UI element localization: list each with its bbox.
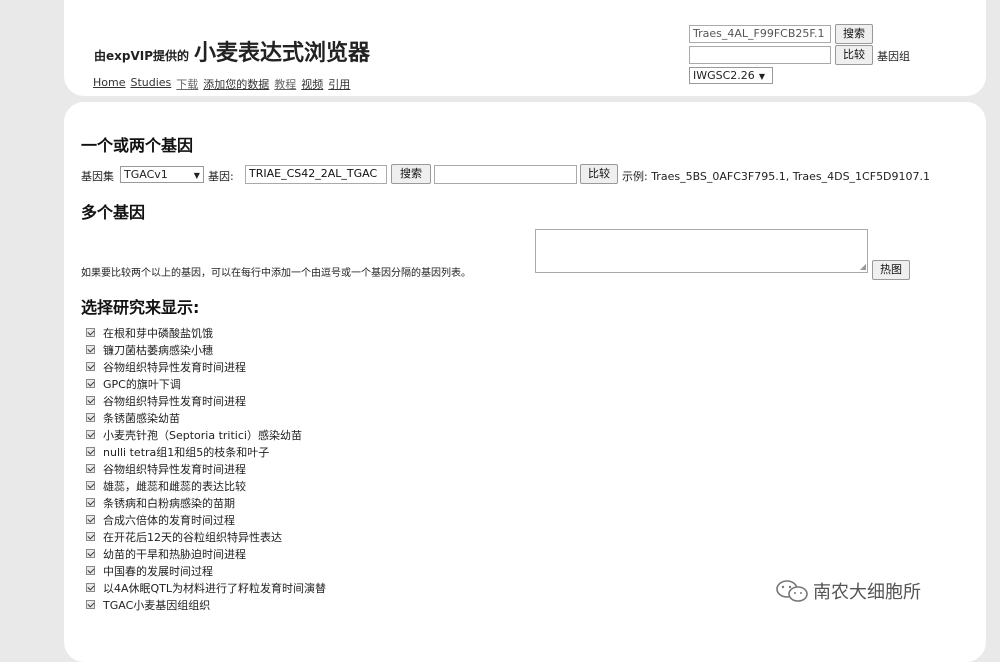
study-checkbox[interactable] xyxy=(86,515,95,524)
study-list: 在根和芽中磷酸盐饥饿 镰刀菌枯萎病感染小穗 谷物组织特异性发育时间进程 GPC的… xyxy=(86,324,326,613)
study-label: 谷物组织特异性发育时间进程 xyxy=(103,394,246,408)
header-compare-input[interactable] xyxy=(689,46,831,64)
nav-cite[interactable]: 引用 xyxy=(328,76,350,92)
list-item: 雄蕊，雌蕊和雌蕊的表达比较 xyxy=(86,477,326,494)
genome-select-value: IWGSC2.26 xyxy=(693,69,755,82)
study-checkbox[interactable] xyxy=(86,362,95,371)
genome-select[interactable]: IWGSC2.26 ▼ xyxy=(689,67,773,84)
study-label: 雄蕊，雌蕊和雌蕊的表达比较 xyxy=(103,479,246,493)
study-checkbox[interactable] xyxy=(86,464,95,473)
study-checkbox[interactable] xyxy=(86,498,95,507)
geneset-select-value: TGACv1 xyxy=(124,168,168,181)
study-checkbox[interactable] xyxy=(86,583,95,592)
gene-compare-button[interactable]: 比较 xyxy=(580,164,618,184)
study-label: 中国春的发展时间过程 xyxy=(103,564,213,578)
nav-add-data[interactable]: 添加您的数据 xyxy=(203,76,269,92)
header-compare-button[interactable]: 比较 xyxy=(835,45,873,65)
study-checkbox[interactable] xyxy=(86,549,95,558)
study-label: 谷物组织特异性发育时间进程 xyxy=(103,360,246,374)
section-multiple-genes: 多个基因 xyxy=(81,203,146,222)
study-checkbox[interactable] xyxy=(86,481,95,490)
nav-home[interactable]: Home xyxy=(93,76,125,92)
app-title: 小麦表达式浏览器 xyxy=(194,41,371,66)
study-label: 幼苗的干旱和热胁迫时间进程 xyxy=(103,547,246,561)
study-checkbox[interactable] xyxy=(86,379,95,388)
list-item: 在开花后12天的谷粒组织特异性表达 xyxy=(86,528,326,545)
study-checkbox[interactable] xyxy=(86,396,95,405)
nav-tutorial[interactable]: 教程 xyxy=(274,76,296,92)
header-panel: 由expVIP提供的 小麦表达式浏览器 Home Studies 下载 添加您的… xyxy=(64,0,986,96)
study-label: 谷物组织特异性发育时间进程 xyxy=(103,462,246,476)
section-select-studies: 选择研究来显示: xyxy=(81,298,200,317)
top-nav: Home Studies 下载 添加您的数据 教程 视频 引用 xyxy=(93,76,350,92)
study-checkbox[interactable] xyxy=(86,600,95,609)
study-label: TGAC小麦基因组组织 xyxy=(103,598,211,612)
list-item: 中国春的发展时间过程 xyxy=(86,562,326,579)
study-checkbox[interactable] xyxy=(86,345,95,354)
list-item: 合成六倍体的发育时间过程 xyxy=(86,511,326,528)
study-label: 条锈病和白粉病感染的苗期 xyxy=(103,496,235,510)
nav-download[interactable]: 下载 xyxy=(176,76,198,92)
study-label: 条锈菌感染幼苗 xyxy=(103,411,180,425)
watermark: 南农大细胞所 xyxy=(775,578,921,604)
gene-search-button[interactable]: 搜索 xyxy=(391,164,431,184)
study-label: 在根和芽中磷酸盐饥饿 xyxy=(103,326,213,340)
study-checkbox[interactable] xyxy=(86,566,95,575)
list-item: TGAC小麦基因组组织 xyxy=(86,596,326,613)
study-label: 镰刀菌枯萎病感染小穗 xyxy=(103,343,213,357)
geneset-label: 基因集 xyxy=(81,170,114,183)
study-checkbox[interactable] xyxy=(86,328,95,337)
study-label: 合成六倍体的发育时间过程 xyxy=(103,513,235,527)
gene-input[interactable]: TRIAE_CS42_2AL_TGAC xyxy=(245,165,387,184)
study-label: GPC的旗叶下调 xyxy=(103,377,181,391)
list-item: 以4A休眠QTL为材料进行了籽粒发育时间演替 xyxy=(86,579,326,596)
list-item: 谷物组织特异性发育时间进程 xyxy=(86,460,326,477)
study-label: 小麦壳针孢（Septoria tritici）感染幼苗 xyxy=(103,428,302,442)
genome-label: 基因组 xyxy=(877,50,910,63)
section-one-or-two-genes: 一个或两个基因 xyxy=(81,136,194,155)
caret-down-icon: ▼ xyxy=(193,171,200,180)
list-item: 条锈病和白粉病感染的苗期 xyxy=(86,494,326,511)
study-checkbox[interactable] xyxy=(86,447,95,456)
study-label: 在开花后12天的谷粒组织特异性表达 xyxy=(103,530,282,544)
list-item: 幼苗的干旱和热胁迫时间进程 xyxy=(86,545,326,562)
gene-list-textarea[interactable]: ◢ xyxy=(535,229,868,273)
nav-studies[interactable]: Studies xyxy=(130,76,171,92)
nav-video[interactable]: 视频 xyxy=(301,76,323,92)
geneset-select[interactable]: TGACv1 ▼ xyxy=(120,166,204,183)
list-item: 在根和芽中磷酸盐饥饿 xyxy=(86,324,326,341)
resize-grip-icon[interactable]: ◢ xyxy=(860,263,866,271)
heatmap-button[interactable]: 热图 xyxy=(872,260,910,280)
multi-gene-description: 如果要比较两个以上的基因，可以在每行中添加一个由逗号或一个基因分隔的基因列表。 xyxy=(81,268,471,279)
list-item: 谷物组织特异性发育时间进程 xyxy=(86,392,326,409)
list-item: 小麦壳针孢（Septoria tritici）感染幼苗 xyxy=(86,426,326,443)
list-item: 镰刀菌枯萎病感染小穗 xyxy=(86,341,326,358)
list-item: GPC的旗叶下调 xyxy=(86,375,326,392)
header-search-input[interactable]: Traes_4AL_F99FCB25F.1 xyxy=(689,25,831,43)
list-item: 谷物组织特异性发育时间进程 xyxy=(86,358,326,375)
study-checkbox[interactable] xyxy=(86,430,95,439)
header-search-button[interactable]: 搜索 xyxy=(835,24,873,44)
study-checkbox[interactable] xyxy=(86,413,95,422)
study-label: 以4A休眠QTL为材料进行了籽粒发育时间演替 xyxy=(103,581,327,595)
study-checkbox[interactable] xyxy=(86,532,95,541)
wechat-icon xyxy=(776,580,808,602)
brand-prefix: 由expVIP提供的 xyxy=(94,49,190,63)
gene-label: 基因: xyxy=(208,170,234,183)
list-item: 条锈菌感染幼苗 xyxy=(86,409,326,426)
watermark-text: 南农大细胞所 xyxy=(813,582,921,603)
example-text: 示例: Traes_5BS_0AFC3F795.1, Traes_4DS_1CF… xyxy=(622,170,931,183)
caret-down-icon: ▼ xyxy=(758,72,765,81)
study-label: nulli tetra组1和组5的枝条和叶子 xyxy=(103,445,270,459)
gene-compare-input[interactable] xyxy=(434,165,577,184)
list-item: nulli tetra组1和组5的枝条和叶子 xyxy=(86,443,326,460)
